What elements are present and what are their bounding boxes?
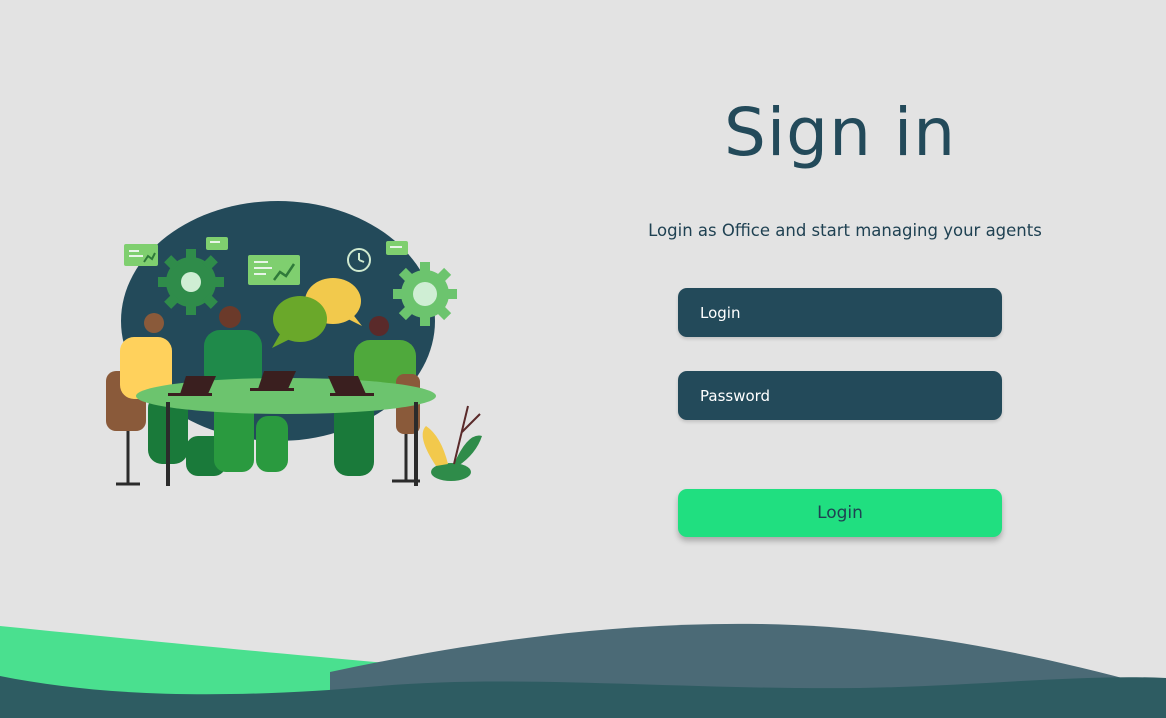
- gear-icon: [393, 262, 457, 326]
- page-title: Sign in: [723, 94, 957, 171]
- login-input[interactable]: [678, 288, 1002, 337]
- chart-card-icon: [386, 241, 408, 255]
- chart-card-icon: [248, 255, 300, 285]
- bottom-wave-decoration: [0, 623, 1166, 718]
- signin-panel: Sign in Login as Office and start managi…: [600, 0, 1080, 600]
- plant-icon: [422, 405, 482, 481]
- password-input[interactable]: [678, 371, 1002, 420]
- gear-icon: [158, 249, 224, 315]
- login-button[interactable]: Login: [678, 489, 1002, 537]
- chart-card-icon: [206, 237, 228, 250]
- signin-subtitle: Login as Office and start managing your …: [648, 221, 1042, 240]
- chart-card-icon: [124, 244, 158, 266]
- team-meeting-illustration: [106, 201, 482, 486]
